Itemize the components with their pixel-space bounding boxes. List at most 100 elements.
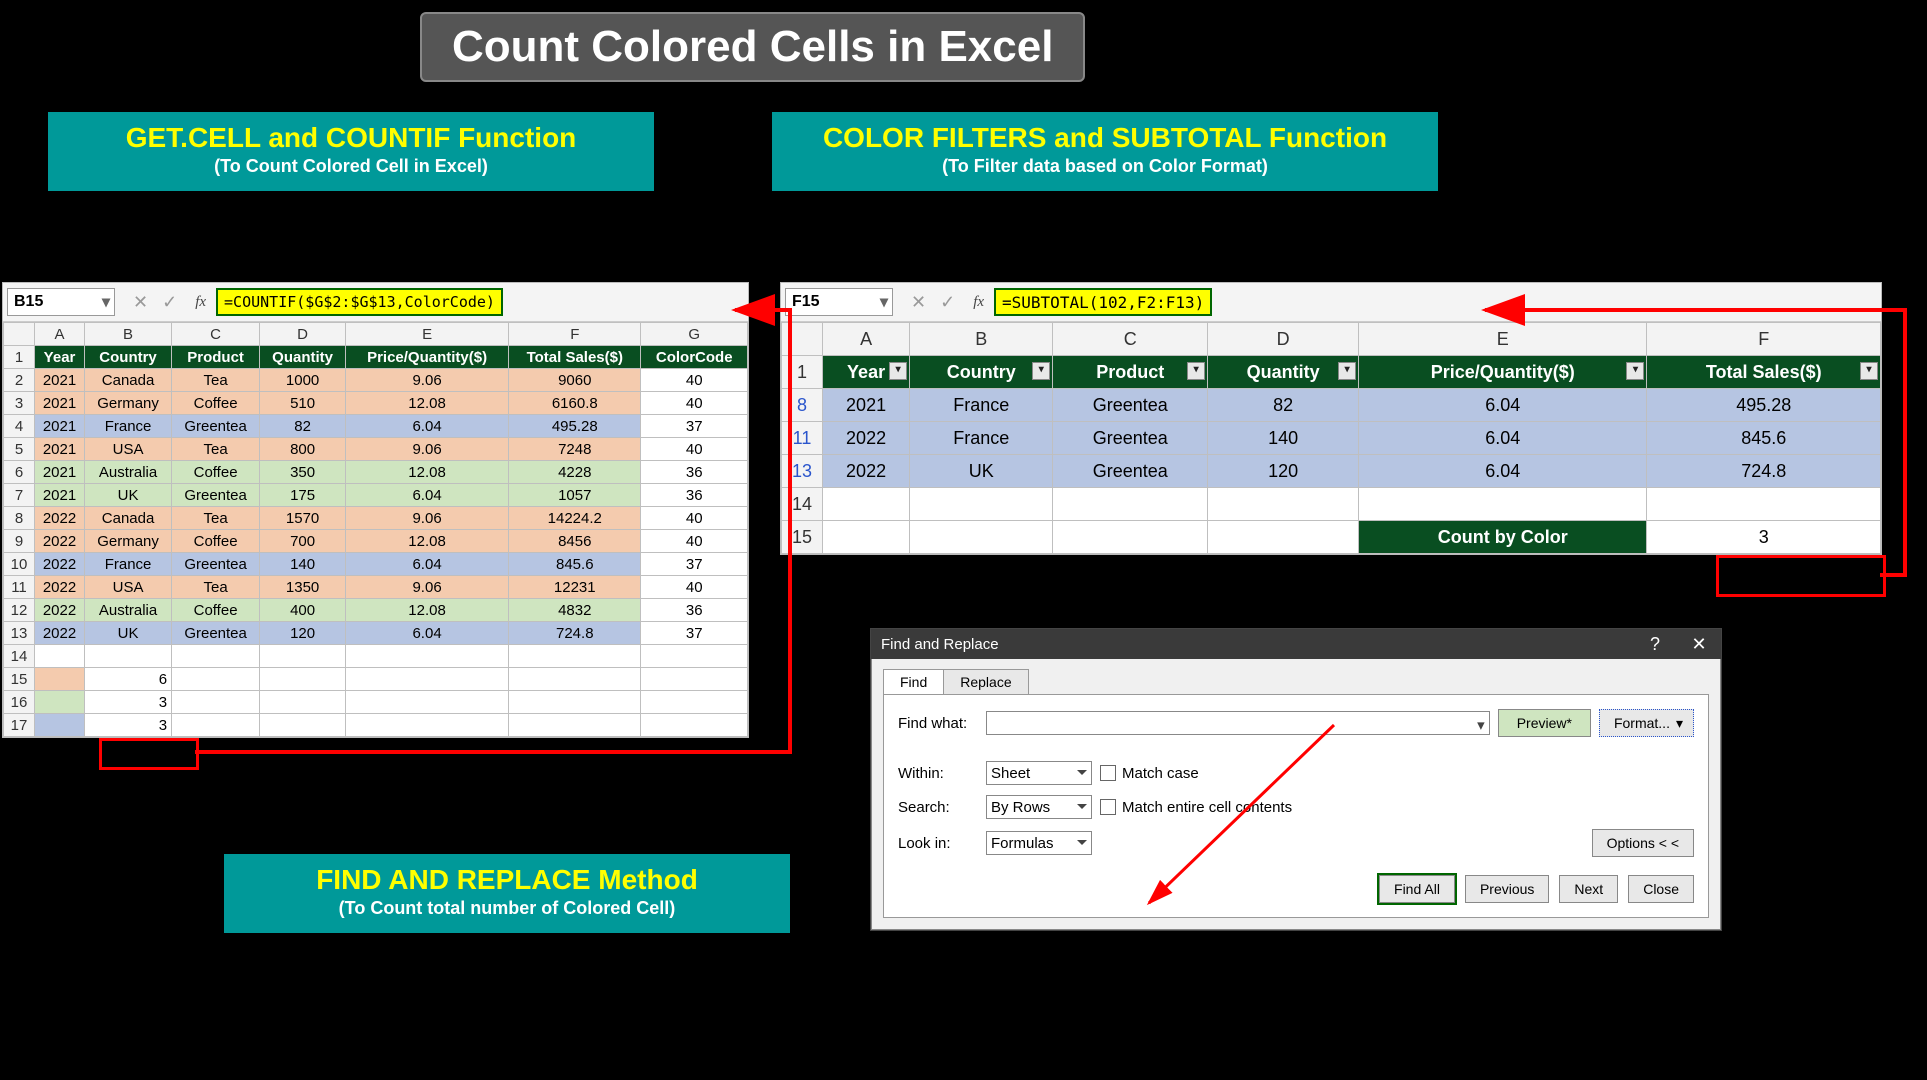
cell[interactable]: 8456 [509,530,641,553]
cell[interactable]: 12.08 [346,599,509,622]
filter-icon[interactable]: ▾ [1032,362,1050,380]
accept-icon[interactable]: ✓ [162,292,177,313]
table-header[interactable]: ColorCode [641,346,748,369]
row-number[interactable]: 4 [4,415,35,438]
cell[interactable]: 1000 [260,369,346,392]
row-number[interactable]: 13 [4,622,35,645]
cancel-icon[interactable]: ✕ [911,292,926,313]
cell[interactable]: 120 [1208,455,1359,488]
cell[interactable]: 175 [260,484,346,507]
table-header[interactable]: Product [172,346,260,369]
cancel-icon[interactable]: ✕ [133,292,148,313]
table-row[interactable]: 92022GermanyCoffee70012.08845640 [4,530,748,553]
cell[interactable]: 510 [260,392,346,415]
table-header[interactable]: Quantity [260,346,346,369]
table-header[interactable]: Total Sales($)▾ [1647,356,1881,389]
cell[interactable]: Canada [85,507,172,530]
spreadsheet-grid-left[interactable]: ABCDEFG1YearCountryProductQuantityPrice/… [3,322,748,737]
namebox[interactable]: B15 ▾ [7,288,115,316]
cell[interactable]: 37 [641,415,748,438]
row-number[interactable]: 12 [4,599,35,622]
cell[interactable]: 37 [641,553,748,576]
match-entire-checkbox[interactable]: Match entire cell contents [1100,799,1292,816]
col-header[interactable]: B [85,323,172,346]
cell[interactable]: France [910,389,1053,422]
cell[interactable]: 6.04 [346,415,509,438]
within-combo[interactable]: Sheet [986,761,1092,785]
cell[interactable]: 40 [641,576,748,599]
col-header[interactable]: C [1053,323,1208,356]
cell[interactable]: Germany [85,530,172,553]
cell[interactable]: 724.8 [1647,455,1881,488]
table-header[interactable]: Total Sales($) [509,346,641,369]
cell[interactable]: Greentea [1053,455,1208,488]
cell[interactable]: 2022 [35,622,85,645]
filter-icon[interactable]: ▾ [889,362,907,380]
cell[interactable]: 14224.2 [509,507,641,530]
cell[interactable]: Germany [85,392,172,415]
filter-icon[interactable]: ▾ [1860,362,1878,380]
cell[interactable]: Greentea [172,415,260,438]
dialog-titlebar[interactable]: Find and Replace ? ✕ [871,629,1721,659]
filter-icon[interactable]: ▾ [1338,362,1356,380]
formula-input[interactable]: =COUNTIF($G$2:$G$13,ColorCode) [216,288,503,316]
result-cell[interactable]: 6 [85,668,172,691]
col-header[interactable]: E [346,323,509,346]
filter-icon[interactable]: ▾ [1187,362,1205,380]
col-header[interactable]: F [1647,323,1881,356]
cell[interactable]: 495.28 [509,415,641,438]
table-row[interactable]: 122022AustraliaCoffee40012.08483236 [4,599,748,622]
table-row[interactable]: 32021GermanyCoffee51012.086160.840 [4,392,748,415]
row-number[interactable]: 2 [4,369,35,392]
cell[interactable]: 12.08 [346,392,509,415]
cell[interactable]: Coffee [172,530,260,553]
table-row[interactable]: 132022UKGreentea1206.04724.837 [4,622,748,645]
table-header[interactable]: Year [35,346,85,369]
cell[interactable]: 2021 [35,369,85,392]
cell[interactable]: Greentea [172,484,260,507]
cell[interactable]: 400 [260,599,346,622]
cell[interactable]: 40 [641,530,748,553]
row-number[interactable]: 8 [4,507,35,530]
lookin-combo[interactable]: Formulas [986,831,1092,855]
result-cell[interactable]: 3 [85,714,172,737]
cell[interactable]: 120 [260,622,346,645]
cell[interactable]: 6.04 [346,484,509,507]
cell[interactable]: 9060 [509,369,641,392]
col-header[interactable]: A [823,323,910,356]
cell[interactable]: 6.04 [1359,455,1647,488]
filter-icon[interactable]: ▾ [1626,362,1644,380]
cell[interactable]: 1057 [509,484,641,507]
cell[interactable]: Coffee [172,461,260,484]
preview-button[interactable]: Preview* [1498,709,1591,737]
cell[interactable]: Tea [172,438,260,461]
cell[interactable]: 36 [641,484,748,507]
table-header[interactable]: Price/Quantity($) [346,346,509,369]
cell[interactable]: Greentea [1053,422,1208,455]
row-number[interactable]: 13 [782,455,823,488]
table-row[interactable]: 82021FranceGreentea826.04495.28 [782,389,1881,422]
table-header[interactable]: Product▾ [1053,356,1208,389]
table-header[interactable]: Price/Quantity($)▾ [1359,356,1647,389]
cell[interactable]: 845.6 [1647,422,1881,455]
cell[interactable]: UK [85,622,172,645]
col-header[interactable]: E [1359,323,1647,356]
cell[interactable]: 4832 [509,599,641,622]
cell[interactable]: 1570 [260,507,346,530]
cell[interactable]: France [85,415,172,438]
cell[interactable]: 800 [260,438,346,461]
cell[interactable]: 82 [1208,389,1359,422]
cell[interactable]: UK [910,455,1053,488]
table-row[interactable]: 132022UKGreentea1206.04724.8 [782,455,1881,488]
cell[interactable]: Greentea [172,622,260,645]
options-button[interactable]: Options < < [1592,829,1694,857]
cell[interactable]: 36 [641,461,748,484]
fx-icon[interactable]: fx [973,294,984,311]
cell[interactable]: 700 [260,530,346,553]
col-header[interactable]: D [260,323,346,346]
find-all-button[interactable]: Find All [1379,875,1455,903]
cell[interactable]: 9.06 [346,438,509,461]
cell[interactable]: 6160.8 [509,392,641,415]
cell[interactable]: 2022 [35,530,85,553]
help-icon[interactable]: ? [1633,634,1677,655]
